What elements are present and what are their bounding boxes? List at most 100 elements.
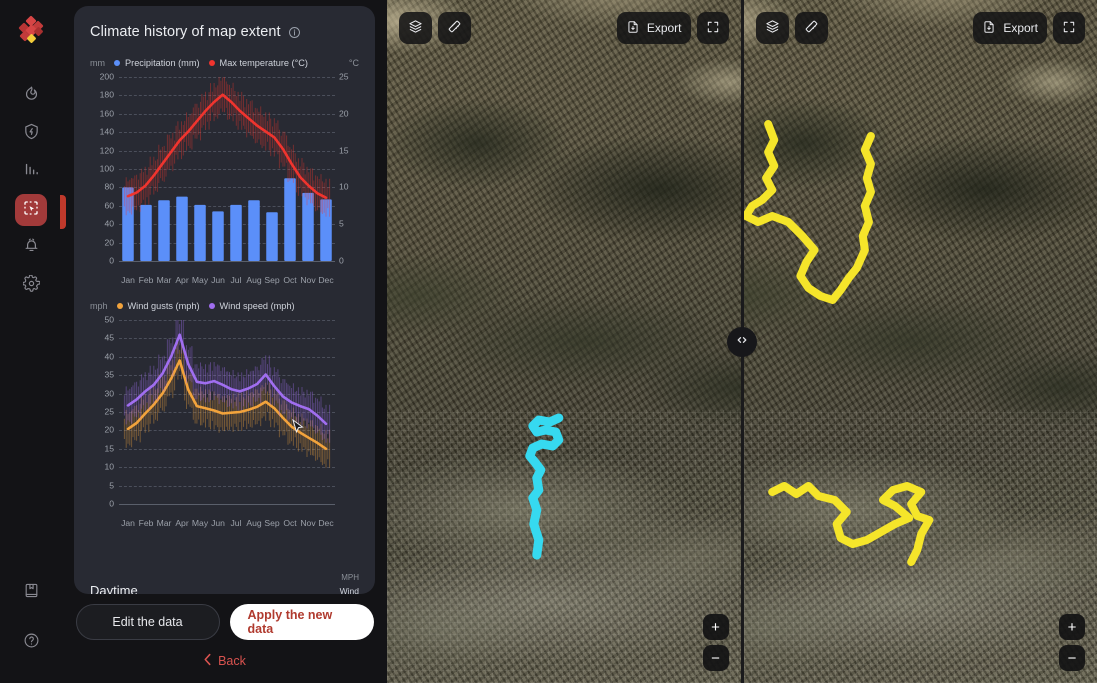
sidebar-item-alerts[interactable] — [15, 232, 47, 264]
sidebar-item-help[interactable] — [15, 627, 47, 659]
y2-axis-tick-label: 25 — [339, 71, 349, 82]
map-left-export-button[interactable]: Export — [616, 12, 691, 44]
sidebar-item-settings[interactable] — [15, 270, 47, 302]
y-axis-tick-label: 200 — [99, 71, 114, 82]
daytime-title: Daytime — [90, 583, 138, 594]
page-title: Climate history of map extent — [90, 24, 281, 40]
map-compare-container: Export + − Export + − — [387, 0, 1097, 683]
legend-swatch-precipitation — [114, 60, 120, 66]
expand-icon — [706, 20, 720, 37]
map-right-zoom-out-button[interactable]: − — [1059, 645, 1085, 671]
sidebar-item-select-area[interactable] — [15, 194, 47, 226]
panel-footer: Edit the data Apply the new data Back — [62, 594, 387, 683]
chart-1-legend: mm Precipitation (mm) Max temperature (°… — [90, 58, 359, 68]
map-right-measure-button[interactable] — [794, 12, 828, 44]
apply-the-new-data-button[interactable]: Apply the new data — [229, 604, 374, 640]
map-left-zoom-controls: + − — [702, 614, 729, 671]
y-axis-tick-label: 20 — [104, 237, 114, 248]
y-axis-tick-label: 15 — [104, 443, 114, 454]
x-axis-tick-label: Dec — [318, 275, 334, 285]
x-axis-tick-label: Jun — [211, 275, 225, 285]
legend-label-wind-speed: Wind speed (mph) — [219, 301, 295, 311]
bar — [212, 211, 224, 261]
legend-item-max-temperature[interactable]: Max temperature (°C) — [208, 58, 308, 68]
x-axis-tick-label: Feb — [138, 518, 154, 528]
map-left-overlay-features — [525, 413, 564, 560]
y-axis-tick-label: 40 — [104, 218, 114, 229]
chart-1-left-unit: mm — [90, 58, 105, 68]
layers-icon — [408, 19, 423, 37]
map-right-fullscreen-button[interactable] — [1053, 12, 1085, 44]
map-right-overlay-features — [743, 120, 933, 566]
y2-axis-tick-label: 20 — [339, 108, 349, 119]
x-axis-tick-label: Mar — [156, 518, 172, 528]
map-right-zoom-in-button[interactable]: + — [1059, 614, 1085, 640]
daytime-unit: MPH — [341, 573, 359, 582]
flame-icon — [23, 85, 40, 107]
x-axis-tick-label: Sep — [264, 518, 280, 528]
footer-button-row: Edit the data Apply the new data — [75, 604, 374, 640]
x-axis-tick-label: Oct — [283, 275, 297, 285]
bar — [158, 200, 170, 261]
legend-swatch-wind-gusts — [116, 303, 123, 309]
map-left-layers-button[interactable] — [399, 12, 432, 44]
sidebar-item-wildfire[interactable] — [15, 80, 47, 112]
legend-item-wind-gusts[interactable]: Wind gusts (mph) — [116, 301, 200, 311]
active-item-accent-bar — [60, 195, 66, 229]
map-right-layers-button[interactable] — [755, 12, 789, 44]
x-axis-labels: Jan Feb Mar Apr May Jun Jul Aug Sep Oct Nov Dec — [119, 275, 335, 285]
sidebar-item-library[interactable] — [15, 577, 47, 609]
map-left-actions: Export — [616, 12, 729, 44]
map-right[interactable]: Export + − — [743, 0, 1097, 683]
chevron-left-icon — [203, 653, 212, 669]
map-right-export-button[interactable]: Export — [973, 12, 1047, 44]
x-axis-tick-label: Jan — [121, 275, 135, 285]
back-label: Back — [218, 654, 246, 668]
map-right-actions: Export — [973, 12, 1085, 44]
ruler-icon — [447, 19, 462, 37]
map-left-zoom-in-button[interactable]: + — [702, 614, 729, 640]
bar — [248, 200, 260, 261]
x-axis-tick-label: Jul — [230, 275, 242, 285]
y-axis-tick-label: 5 — [109, 480, 114, 491]
app-logo[interactable] — [13, 14, 49, 50]
back-button[interactable]: Back — [203, 653, 246, 669]
marquee-select-icon — [22, 199, 40, 222]
legend-item-wind-speed[interactable]: Wind speed (mph) — [208, 301, 295, 311]
bell-icon — [23, 237, 40, 259]
x-axis-tick-label: Jan — [121, 518, 135, 528]
chart-1-right-unit: °C — [348, 58, 359, 68]
x-axis-tick-label: Oct — [283, 518, 297, 528]
y-axis-tick-label: 50 — [104, 314, 114, 325]
x-axis-tick-label: May — [191, 518, 209, 528]
info-circle-icon[interactable] — [288, 26, 301, 39]
y-axis-tick-label: 30 — [104, 388, 114, 399]
x-axis-tick-label: Jul — [230, 518, 242, 528]
legend-item-precipitation[interactable]: Precipitation (mm) — [114, 58, 200, 68]
app-root: Climate history of map extent mm Precipi… — [0, 0, 1097, 683]
map-left-tools — [399, 12, 471, 44]
y-axis-tick-label: 180 — [99, 90, 114, 101]
map-right-tools — [755, 12, 828, 44]
map-compare-split-handle[interactable] — [727, 326, 757, 357]
y2-axis-tick-label: 0 — [339, 255, 344, 266]
map-left-measure-button[interactable] — [438, 12, 471, 44]
file-download-icon — [626, 20, 640, 37]
y-axis-tick-label: 80 — [104, 182, 114, 193]
map-left[interactable]: Export + − — [387, 0, 744, 683]
sidebar-bottom-nav — [15, 577, 47, 669]
edit-the-data-button[interactable]: Edit the data — [75, 604, 220, 640]
daytime-legend: Wind — [339, 586, 359, 594]
shield-bolt-icon — [23, 123, 40, 145]
map-left-fullscreen-button[interactable] — [696, 12, 729, 44]
gear-icon — [22, 274, 40, 297]
y-axis-tick-label: 0 — [109, 255, 114, 266]
climate-chart[interactable]: 0 20 40 60 80 100 120 140 160 180 200 0 5 10 15 20 25 Jan… — [90, 73, 359, 285]
bar — [230, 204, 242, 261]
y-axis-tick-label: 0 — [109, 498, 114, 509]
sidebar-item-analytics[interactable] — [15, 156, 47, 188]
map-left-zoom-out-button[interactable]: − — [702, 645, 729, 671]
wind-chart[interactable]: 0 5 10 15 20 25 30 35 40 45 50 Jan Feb Mar Apr May Jun Ju… — [90, 316, 359, 528]
map-right-zoom-controls: + − — [1059, 614, 1085, 671]
sidebar-item-resilience[interactable] — [15, 118, 47, 150]
